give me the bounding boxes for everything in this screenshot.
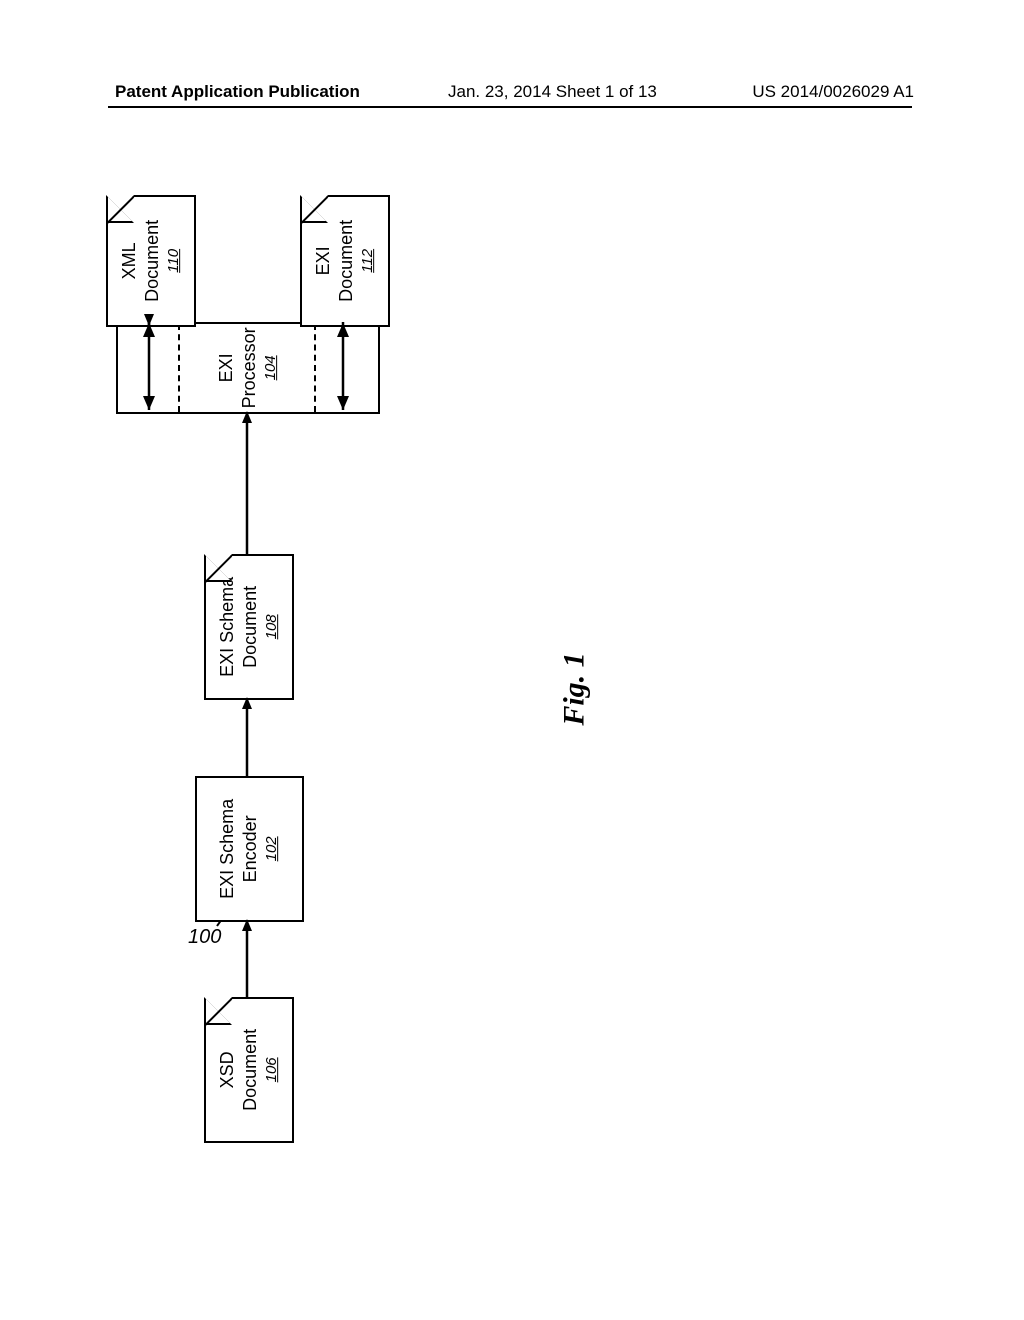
header-rule <box>108 106 912 108</box>
block-xsd-document: XSD Document 106 <box>204 997 294 1143</box>
xml-line2: Document <box>142 220 162 302</box>
processor-ref: 104 <box>262 323 281 413</box>
block-exi-schema-document: EXI Schema Document 108 <box>204 554 294 700</box>
exi-line2: Document <box>336 220 356 302</box>
header-date: Jan. 23, 2014 Sheet 1 of 13 <box>448 82 657 102</box>
exischema-line1: EXI Schema <box>217 577 237 677</box>
xsd-line2: Document <box>240 1029 260 1111</box>
processor-line1: EXI Processor <box>216 327 259 408</box>
header-pubnum: US 2014/0026029 A1 <box>752 82 914 102</box>
figure-label: Fig. 1 <box>558 652 592 725</box>
block-exi-document: EXI Document 112 <box>300 195 390 327</box>
ref-100: 100 <box>188 926 221 949</box>
encoder-line2: Encoder <box>240 815 260 882</box>
exischema-line2: Document <box>240 586 260 668</box>
block-exi-processor: EXI Processor 104 <box>116 322 380 414</box>
xml-line1: XML <box>119 242 139 279</box>
exi-line1: EXI <box>313 246 333 275</box>
xsd-line1: XSD <box>217 1051 237 1088</box>
block-exi-encoder: EXI Schema Encoder 102 <box>195 776 304 922</box>
exi-ref: 112 <box>359 220 378 302</box>
exischema-ref: 108 <box>263 577 282 677</box>
block-xml-document: XML Document 110 <box>106 195 196 327</box>
xml-ref: 110 <box>165 220 184 302</box>
page: Patent Application Publication Jan. 23, … <box>0 0 1024 1320</box>
header-left: Patent Application Publication <box>115 82 360 102</box>
xsd-ref: 106 <box>263 1029 282 1111</box>
encoder-line1: EXI Schema <box>218 799 238 899</box>
encoder-ref: 102 <box>264 799 283 899</box>
